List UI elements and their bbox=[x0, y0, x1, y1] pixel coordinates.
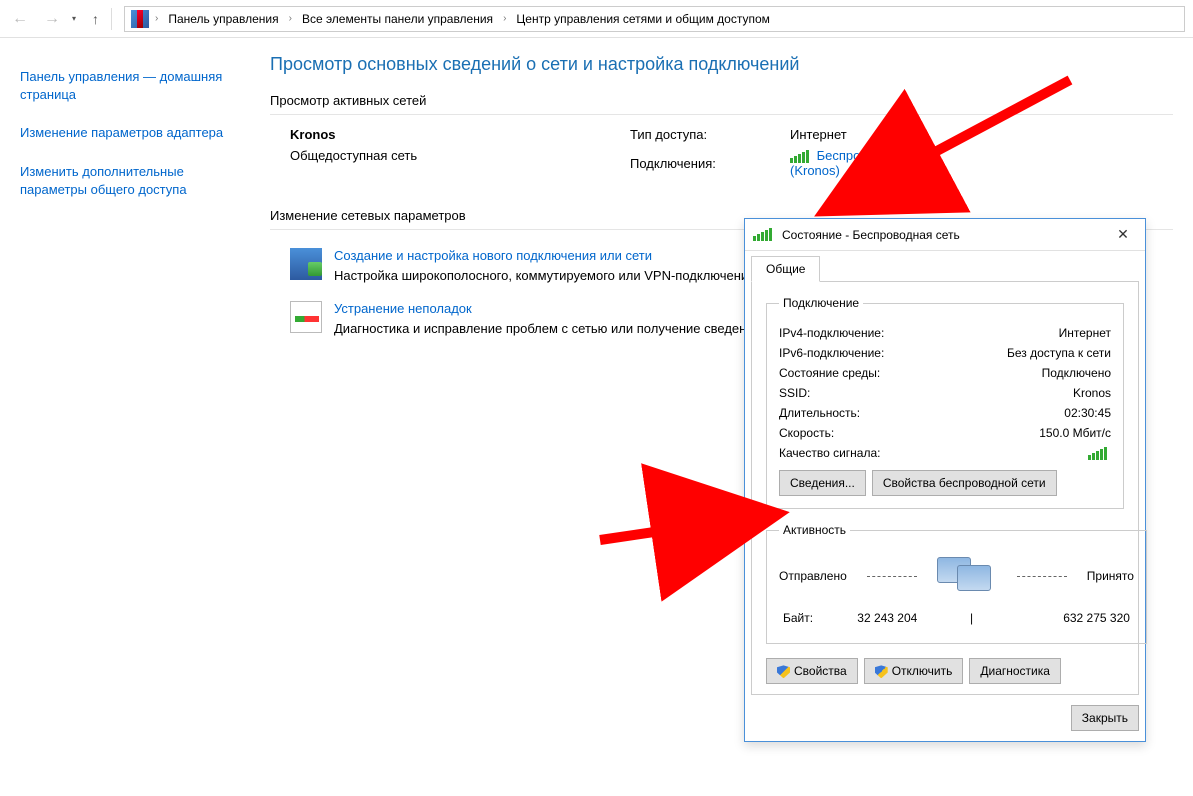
sidebar-link-adapter[interactable]: Изменение параметров адаптера bbox=[20, 124, 230, 142]
chevron-right-icon: › bbox=[501, 13, 508, 24]
nav-forward-button[interactable]: → bbox=[40, 7, 64, 31]
nav-back-button[interactable]: ← bbox=[8, 7, 32, 31]
wireless-status-dialog: Состояние - Беспроводная сеть ✕ Общие По… bbox=[744, 218, 1146, 742]
active-network-row: Kronos Общедоступная сеть Тип доступа: И… bbox=[270, 127, 1173, 202]
activity-group: Активность Отправлено Принято Байт: 32 2… bbox=[766, 523, 1147, 644]
signal-bars-icon bbox=[753, 228, 772, 241]
bytes-recv-value: 632 275 320 bbox=[982, 611, 1130, 625]
speed-label: Скорость: bbox=[779, 426, 834, 440]
page-title: Просмотр основных сведений о сети и наст… bbox=[270, 54, 1173, 75]
active-networks-label: Просмотр активных сетей bbox=[270, 93, 1173, 108]
breadcrumb[interactable]: › Панель управления › Все элементы панел… bbox=[124, 6, 1185, 32]
network-name: Kronos bbox=[290, 127, 630, 142]
access-type-label: Тип доступа: bbox=[630, 127, 790, 142]
nav-up-button[interactable]: ↑ bbox=[92, 11, 99, 27]
activity-legend: Активность bbox=[779, 523, 850, 537]
bytes-label: Байт: bbox=[783, 611, 813, 625]
chevron-right-icon: › bbox=[153, 13, 160, 24]
divider bbox=[270, 114, 1173, 115]
setup-connection-link[interactable]: Создание и настройка нового подключения … bbox=[334, 248, 652, 263]
received-label: Принято bbox=[1087, 569, 1134, 583]
signal-bars-icon bbox=[790, 150, 809, 163]
details-button[interactable]: Сведения... bbox=[779, 470, 866, 496]
connection-link[interactable]: Беспроводная сеть (Kronos) bbox=[790, 148, 933, 178]
troubleshoot-link[interactable]: Устранение неполадок bbox=[334, 301, 472, 316]
breadcrumb-all[interactable]: Все элементы панели управления bbox=[298, 10, 497, 28]
duration-label: Длительность: bbox=[779, 406, 860, 420]
dialog-title: Состояние - Беспроводная сеть bbox=[782, 228, 960, 242]
breadcrumb-current[interactable]: Центр управления сетями и общим доступом bbox=[512, 10, 774, 28]
wireless-properties-button[interactable]: Свойства беспроводной сети bbox=[872, 470, 1057, 496]
toolbar-separator bbox=[111, 8, 112, 30]
dash-icon bbox=[1017, 576, 1067, 577]
signal-bars-icon bbox=[1088, 446, 1107, 460]
monitors-icon bbox=[937, 557, 997, 595]
shield-icon bbox=[777, 665, 790, 678]
properties-button[interactable]: Свойства bbox=[766, 658, 858, 684]
duration-value: 02:30:45 bbox=[1064, 406, 1111, 420]
network-type: Общедоступная сеть bbox=[290, 148, 630, 163]
sidebar-link-sharing[interactable]: Изменить дополнительные параметры общего… bbox=[20, 163, 230, 199]
close-dialog-button[interactable]: Закрыть bbox=[1071, 705, 1139, 731]
diagnose-button[interactable]: Диагностика bbox=[969, 658, 1061, 684]
close-button[interactable]: ✕ bbox=[1109, 223, 1137, 247]
bytes-sep: | bbox=[962, 611, 982, 625]
state-value: Подключено bbox=[1042, 366, 1111, 380]
speed-value: 150.0 Мбит/с bbox=[1039, 426, 1111, 440]
setup-connection-icon bbox=[290, 248, 322, 280]
breadcrumb-root[interactable]: Панель управления bbox=[164, 10, 282, 28]
dialog-titlebar[interactable]: Состояние - Беспроводная сеть ✕ bbox=[745, 219, 1145, 251]
state-label: Состояние среды: bbox=[779, 366, 880, 380]
ipv4-label: IPv4-подключение: bbox=[779, 326, 884, 340]
ipv4-value: Интернет bbox=[1059, 326, 1111, 340]
nav-history-dropdown[interactable]: ▾ bbox=[72, 14, 84, 23]
connections-label: Подключения: bbox=[630, 156, 790, 171]
sidebar: Панель управления — домашняя страница Из… bbox=[0, 38, 250, 796]
dash-icon bbox=[867, 576, 917, 577]
sent-label: Отправлено bbox=[779, 569, 847, 583]
ipv6-label: IPv6-подключение: bbox=[779, 346, 884, 360]
bytes-sent-value: 32 243 204 bbox=[813, 611, 961, 625]
tabhost: Общие bbox=[745, 251, 1145, 281]
connection-link-line2: (Kronos) bbox=[790, 163, 840, 178]
tab-general[interactable]: Общие bbox=[751, 256, 820, 282]
toolbar: ← → ▾ ↑ › Панель управления › Все элемен… bbox=[0, 0, 1193, 38]
tabbody: Подключение IPv4-подключение: Интернет IP… bbox=[751, 281, 1139, 695]
ipv6-value: Без доступа к сети bbox=[1007, 346, 1111, 360]
disable-button[interactable]: Отключить bbox=[864, 658, 964, 684]
chevron-right-icon: › bbox=[287, 13, 294, 24]
signal-quality-label: Качество сигнала: bbox=[779, 446, 880, 460]
ssid-value: Kronos bbox=[1073, 386, 1111, 400]
ssid-label: SSID: bbox=[779, 386, 810, 400]
control-panel-icon bbox=[131, 10, 149, 28]
sidebar-link-home[interactable]: Панель управления — домашняя страница bbox=[20, 68, 230, 104]
shield-icon bbox=[875, 665, 888, 678]
connection-link-line1: Беспроводная сеть bbox=[817, 148, 933, 163]
troubleshoot-icon bbox=[290, 301, 322, 333]
connection-legend: Подключение bbox=[779, 296, 863, 310]
connection-group: Подключение IPv4-подключение: Интернет IP… bbox=[766, 296, 1124, 509]
access-type-value: Интернет bbox=[790, 127, 847, 142]
